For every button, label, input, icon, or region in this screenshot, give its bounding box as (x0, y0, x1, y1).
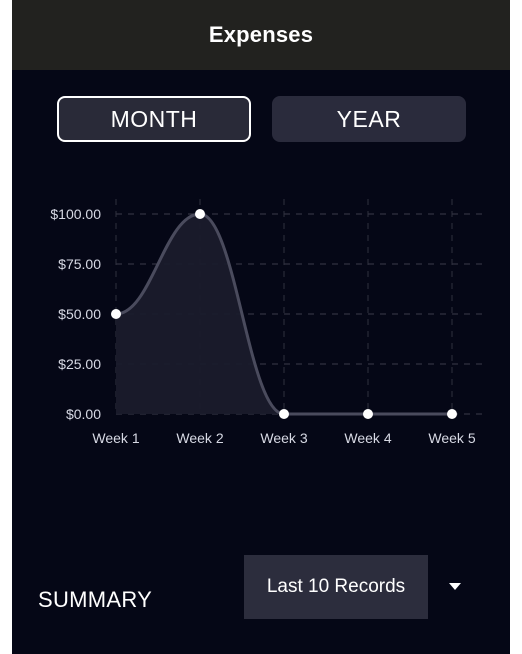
period-toggle: MONTH YEAR (57, 96, 467, 142)
y-tick-label: $0.00 (66, 406, 101, 422)
y-tick-label: $25.00 (58, 356, 101, 372)
records-dropdown-value: Last 10 Records (266, 576, 406, 597)
chart-svg: $100.00 $75.00 $50.00 $25.00 $0.00 Week 1 Week… (50, 199, 486, 446)
data-point (111, 309, 121, 319)
summary-label: SUMMARY (38, 587, 153, 612)
data-point (279, 409, 289, 419)
page-title: Expenses (208, 22, 314, 47)
x-tick-label: Week 3 (260, 430, 307, 446)
x-tick-label: Week 2 (176, 430, 223, 446)
data-point (363, 409, 373, 419)
expenses-chart: $100.00 $75.00 $50.00 $25.00 $0.00 Week 1 Week… (12, 165, 510, 505)
data-point (447, 409, 457, 419)
y-tick-label: $75.00 (58, 256, 101, 272)
month-button[interactable]: MONTH (57, 96, 251, 142)
app-header: Expenses (12, 0, 510, 70)
dropdown-arrow-icon[interactable] (449, 583, 461, 590)
y-tick-label: $50.00 (58, 306, 101, 322)
data-point (195, 209, 205, 219)
records-dropdown[interactable]: Last 10 Records (244, 555, 428, 619)
expenses-screen: Expenses MONTH YEAR $100.00 $75.00 $50.00 $… (12, 0, 510, 654)
y-tick-label: $100.00 (50, 206, 101, 222)
x-tick-label: Week 5 (428, 430, 475, 446)
x-tick-label: Week 4 (344, 430, 391, 446)
year-button[interactable]: YEAR (272, 96, 466, 142)
x-tick-label: Week 1 (92, 430, 139, 446)
